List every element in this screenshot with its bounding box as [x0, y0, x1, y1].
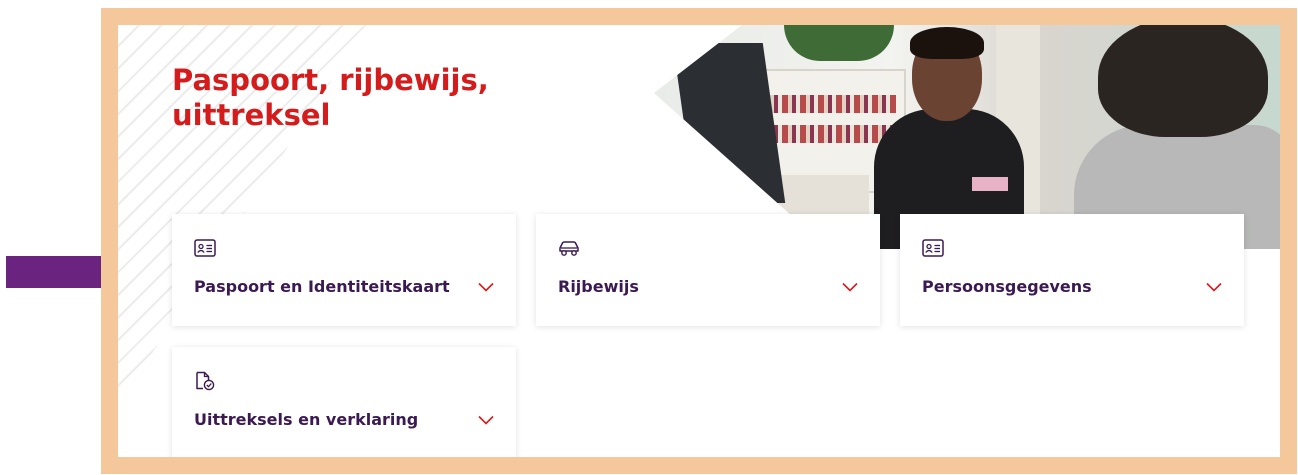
chevron-down-icon[interactable]: [1206, 282, 1222, 292]
tile-persoonsgegevens[interactable]: Persoonsgegevens: [900, 214, 1244, 326]
id-card-icon: [194, 239, 216, 257]
tile-label: Paspoort en Identiteitskaart: [194, 277, 450, 296]
page-title: Paspoort, rijbewijs, uittreksel: [172, 63, 489, 132]
tile-label: Rijbewijs: [558, 277, 639, 296]
chevron-down-icon[interactable]: [478, 415, 494, 425]
chevron-down-icon[interactable]: [478, 282, 494, 292]
content-frame: Paspoort, rijbewijs, uittreksel Paspoort…: [101, 8, 1297, 474]
tile-label: Persoonsgegevens: [922, 277, 1092, 296]
tile-label: Uittreksels en verklaring: [194, 410, 419, 429]
id-card-icon: [922, 239, 944, 257]
tile-rijbewijs[interactable]: Rijbewijs: [536, 214, 880, 326]
tile-uittreksels-verklaring[interactable]: Uittreksels en verklaring: [172, 347, 516, 457]
chevron-down-icon[interactable]: [842, 282, 858, 292]
document-check-icon: [196, 371, 215, 391]
tile-paspoort-identiteitskaart[interactable]: Paspoort en Identiteitskaart: [172, 214, 516, 326]
car-icon: [559, 241, 579, 256]
